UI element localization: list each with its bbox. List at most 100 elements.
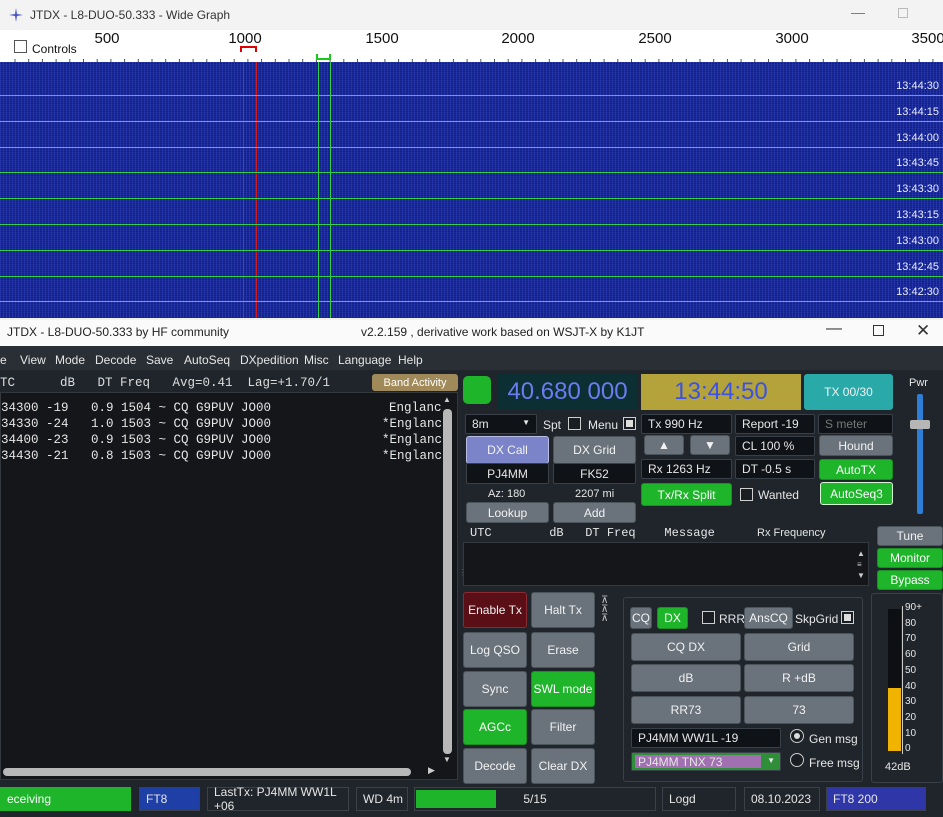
grid-button[interactable]: Grid <box>744 633 854 661</box>
hscroll-thumb[interactable] <box>3 768 411 776</box>
scale-tick-label: 1500 <box>365 30 399 47</box>
rx-frequency-spinbox[interactable]: Rx 1263 Hz <box>641 459 732 479</box>
add-button[interactable]: Add <box>553 502 636 523</box>
halt-tx-button[interactable]: Halt Tx <box>531 592 595 628</box>
monitor-button[interactable]: Monitor <box>877 548 943 568</box>
cq-button[interactable]: CQ <box>630 607 652 629</box>
menu-misc[interactable]: Misc <box>304 353 329 367</box>
menu-autoseq[interactable]: AutoSeq <box>184 353 230 367</box>
rrr-checkbox[interactable] <box>702 611 715 624</box>
cl-spinbox[interactable]: CL 100 % <box>735 436 815 456</box>
freq-up-button[interactable]: ▲ <box>644 435 684 455</box>
scroll-down-icon[interactable]: ▼ <box>857 571 865 580</box>
db-button[interactable]: dB <box>631 664 741 692</box>
band-activity-list[interactable]: 34300 -19 0.9 1504 ~ CQ G9PUV JO00 Engla… <box>0 392 458 780</box>
band-activity-button[interactable]: Band Activity <box>372 374 458 391</box>
scroll-right-icon[interactable]: ▶ <box>428 765 435 776</box>
gen-msg-field[interactable]: PJ4MM WW1L -19 <box>631 728 781 748</box>
s-meter-field: S meter <box>818 414 893 434</box>
power-slider-track[interactable] <box>917 394 923 514</box>
tx-selector-icon[interactable]: ⊼ ⊼ ⊼ <box>601 596 608 624</box>
enable-tx-button[interactable]: Enable Tx <box>463 592 527 628</box>
erase-button[interactable]: Erase <box>531 632 595 668</box>
menu-save[interactable]: Save <box>146 353 173 367</box>
hound-button[interactable]: Hound <box>819 435 893 456</box>
clear-dx-button[interactable]: Clear DX <box>531 748 595 784</box>
free-msg-field[interactable]: PJ4MM TNX 73 ▼ <box>631 752 781 771</box>
maximize-icon[interactable] <box>873 325 884 336</box>
bypass-button[interactable]: Bypass <box>877 570 943 590</box>
spt-checkbox[interactable] <box>568 417 581 430</box>
dx-call-field[interactable]: PJ4MM <box>466 463 549 484</box>
menu-help[interactable]: Help <box>398 353 423 367</box>
decode-row[interactable]: 34430 -21 0.8 1503 ~ CQ G9PUV JO00 <box>1 449 271 463</box>
scroll-up-icon[interactable]: ▲ <box>857 549 865 558</box>
menu-checkbox[interactable] <box>623 417 636 430</box>
autotx-button[interactable]: AutoTX <box>819 459 893 480</box>
waterfall-display[interactable]: 13:44:30 13:44:15 13:44:00 13:43:45 13:43:30… <box>0 62 943 318</box>
tx-counter-button[interactable]: TX 00/30 <box>804 374 893 410</box>
dx-grid-field[interactable]: FK52 <box>553 463 636 484</box>
tx-line <box>256 62 257 318</box>
freq-down-button[interactable]: ▼ <box>690 435 730 455</box>
wanted-checkbox[interactable] <box>740 488 753 501</box>
tx-frequency-marker[interactable] <box>240 46 257 52</box>
rr73-button[interactable]: RR73 <box>631 696 741 724</box>
maximize-icon[interactable] <box>898 8 908 18</box>
scroll-down-icon[interactable]: ▼ <box>443 755 451 764</box>
decode-row[interactable]: 34400 -23 0.9 1503 ~ CQ G9PUV JO00 <box>1 433 271 447</box>
decode-row[interactable]: 34300 -19 0.9 1504 ~ CQ G9PUV JO00 <box>1 401 271 415</box>
horizontal-scrollbar[interactable]: ▶ <box>3 765 437 779</box>
lookup-button[interactable]: Lookup <box>466 502 549 523</box>
swl-mode-button[interactable]: SWL mode <box>531 671 595 707</box>
menu-decode[interactable]: Decode <box>95 353 136 367</box>
band-select[interactable]: 8m ▼ <box>465 414 537 434</box>
menu-file[interactable]: e <box>0 353 7 367</box>
scrollbar-thumb[interactable] <box>443 409 452 754</box>
free-msg-radio[interactable] <box>790 753 804 767</box>
dx-call-button[interactable]: DX Call <box>466 436 549 464</box>
decode-country: Englanc <box>389 401 442 415</box>
dial-frequency-display[interactable]: 40.680 000 <box>498 374 637 410</box>
cq-dx-button[interactable]: CQ DX <box>631 633 741 661</box>
skpgrid-checkbox[interactable] <box>841 611 854 624</box>
menu-language[interactable]: Language <box>338 353 391 367</box>
tune-button[interactable]: Tune <box>877 526 943 546</box>
close-icon[interactable]: ✕ <box>916 321 930 341</box>
clock-display: 13:44:50 <box>641 374 801 410</box>
tx-frequency-spinbox[interactable]: Tx 990 Hz <box>641 414 732 434</box>
dt-spinbox[interactable]: DT -0.5 s <box>735 459 815 479</box>
73-button[interactable]: 73 <box>744 696 854 724</box>
sync-button[interactable]: Sync <box>463 671 527 707</box>
anscq-button[interactable]: AnsCQ <box>744 607 793 629</box>
txrx-split-button[interactable]: Tx/Rx Split <box>641 483 732 506</box>
decode-country: *Englanc <box>382 449 443 463</box>
menu-mode[interactable]: Mode <box>55 353 85 367</box>
wide-graph-titlebar: JTDX - L8-DUO-50.333 - Wide Graph — <box>0 0 943 30</box>
gen-msg-radio[interactable] <box>790 729 804 743</box>
agcc-button[interactable]: AGCc <box>463 709 527 745</box>
log-qso-button[interactable]: Log QSO <box>463 632 527 668</box>
autoseq3-button[interactable]: AutoSeq3 <box>820 482 893 505</box>
decode-row[interactable]: 34330 -24 1.0 1503 ~ CQ G9PUV JO00 <box>1 417 271 431</box>
menu-view[interactable]: View <box>20 353 46 367</box>
frequency-scale[interactable]: Controls 500 1000 1500 2000 2500 3000 35… <box>0 30 943 63</box>
rx-frequency-list[interactable]: ▲ ≡ ▼ <box>463 542 869 586</box>
power-slider-handle[interactable] <box>910 420 930 429</box>
dx-grid-button[interactable]: DX Grid <box>553 436 636 464</box>
vertical-scrollbar[interactable]: ▲ ▼ <box>441 395 455 765</box>
minimize-icon[interactable]: — <box>826 320 842 338</box>
scroll-middle-icon[interactable]: ≡ <box>857 560 862 569</box>
dx-button[interactable]: DX <box>657 607 688 629</box>
minimize-icon[interactable]: — <box>851 4 865 20</box>
meter-scale-label: 20 <box>905 711 917 723</box>
scroll-up-icon[interactable]: ▲ <box>443 395 451 404</box>
monitor-indicator[interactable] <box>463 376 491 404</box>
chevron-down-icon: ▼ <box>767 756 775 765</box>
menu-dxpedition[interactable]: DXpedition <box>240 353 299 367</box>
filter-button[interactable]: Filter <box>531 709 595 745</box>
decode-button[interactable]: Decode <box>463 748 527 784</box>
r-db-button[interactable]: R +dB <box>744 664 854 692</box>
report-spinbox[interactable]: Report -19 <box>735 414 815 434</box>
rx-frequency-marker[interactable] <box>316 54 331 60</box>
